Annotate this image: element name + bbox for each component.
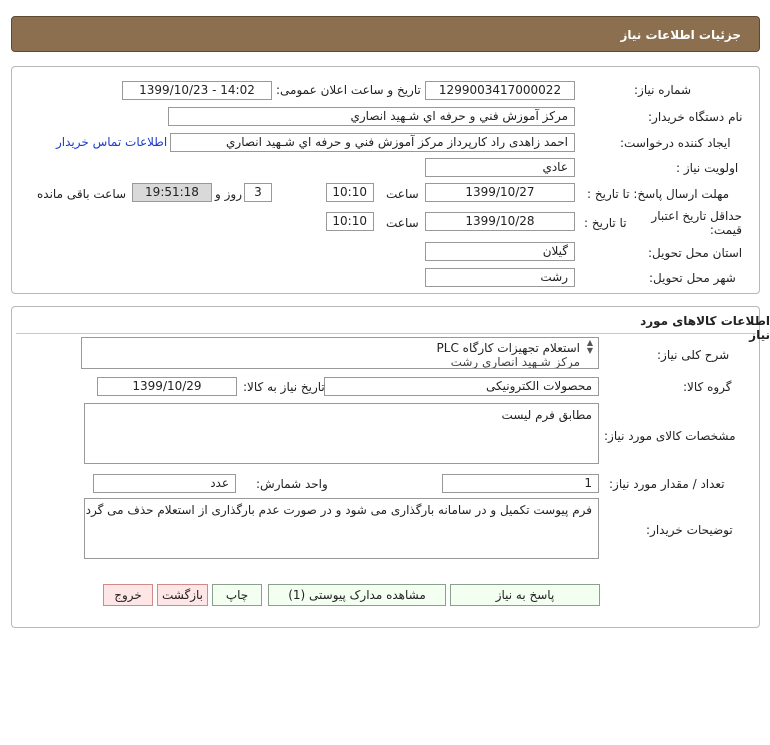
spec-label: مشخصات کالای مورد نیاز:: [604, 429, 736, 443]
requester-label: ایجاد کننده درخواست:: [620, 136, 731, 150]
print-button[interactable]: چاپ: [212, 584, 262, 606]
need-number-label: شماره نیاز:: [634, 83, 691, 97]
announce-date-field: 1399/10/23 - 14:02: [122, 81, 272, 100]
remaining-time-field: 19:51:18: [132, 183, 212, 202]
buyer-notes-textarea[interactable]: فرم پیوست تکمیل و در سامانه بارگذاری می …: [84, 498, 599, 559]
page-title: جزئیات اطلاعات نیاز: [620, 28, 741, 42]
city-label: شهر محل تحویل:: [649, 271, 736, 285]
summary-textarea[interactable]: استعلام تجهیزات کارگاه PLC مرکز شـهيد ان…: [81, 337, 599, 369]
need-date-label: تاریخ نیاز به کالا:: [243, 380, 325, 394]
deadline-label: مهلت ارسال پاسخ: تا تاریخ :: [587, 187, 730, 201]
page-header: جزئیات اطلاعات نیاز: [11, 16, 760, 52]
goods-divider: [16, 333, 756, 334]
priority-field: عادي: [425, 158, 575, 177]
priority-label: اولویت نیاز :: [676, 161, 739, 175]
buyer-org-label: نام دستگاه خریدار:: [648, 110, 743, 124]
goods-section-title: اطلاعات کالاهای مورد نیاز: [640, 314, 770, 342]
unit-label: واحد شمارش:: [256, 477, 328, 491]
deadline-time-label: ساعت: [386, 187, 419, 201]
group-field: محصولات الکترونیکی: [324, 377, 599, 396]
buyer-contact-link[interactable]: اطلاعات تماس خریدار: [56, 135, 167, 149]
announce-date-label: تاریخ و ساعت اعلان عمومی:: [276, 83, 421, 97]
qty-label: تعداد / مقدار مورد نیاز:: [609, 477, 725, 491]
buyer-notes-label: توضیحات خریدار:: [646, 523, 733, 537]
requester-field: احمد زاهدی راد کارپرداز مرکز آموزش فني و…: [170, 133, 575, 152]
city-field: رشت: [425, 268, 575, 287]
deadline-time-field: 10:10: [326, 183, 374, 202]
exit-button[interactable]: خروج: [103, 584, 153, 606]
reply-button[interactable]: پاسخ به نیاز: [450, 584, 600, 606]
need-number-field: 1299003417000022: [425, 81, 575, 100]
back-button[interactable]: بازگشت: [157, 584, 208, 606]
validity-label: حداقل تاریخ اعتبار قیمت:: [651, 209, 742, 237]
summary-line-2: مرکز شـهيد انصاري رشت: [450, 355, 580, 369]
remaining-days-field: 3: [244, 183, 272, 202]
validity-time-field: 10:10: [326, 212, 374, 231]
days-label: روز و: [215, 187, 242, 201]
summary-label: شرح کلی نیاز:: [657, 348, 730, 362]
unit-field: عدد: [93, 474, 236, 493]
validity-to-label: تا تاریخ :: [584, 216, 627, 230]
province-label: استان محل تحویل:: [648, 246, 743, 260]
need-date-field: 1399/10/29: [97, 377, 237, 396]
view-attachments-button[interactable]: مشاهده مدارک پیوستی (1): [268, 584, 446, 606]
summary-scroll-icon[interactable]: ▲ ▼: [586, 339, 594, 355]
validity-date-field: 1399/10/28: [425, 212, 575, 231]
group-label: گروه کالا:: [683, 380, 732, 394]
spec-textarea[interactable]: مطابق فرم لیست: [84, 403, 599, 464]
validity-time-label: ساعت: [386, 216, 419, 230]
deadline-date-field: 1399/10/27: [425, 183, 575, 202]
summary-line-1: استعلام تجهیزات کارگاه PLC: [436, 341, 580, 355]
remaining-label: ساعت باقی مانده: [37, 187, 127, 201]
qty-field: 1: [442, 474, 599, 493]
buyer-org-field: مرکز آموزش فني و حرفه اي شـهيد انصاري: [168, 107, 575, 126]
province-field: گیلان: [425, 242, 575, 261]
